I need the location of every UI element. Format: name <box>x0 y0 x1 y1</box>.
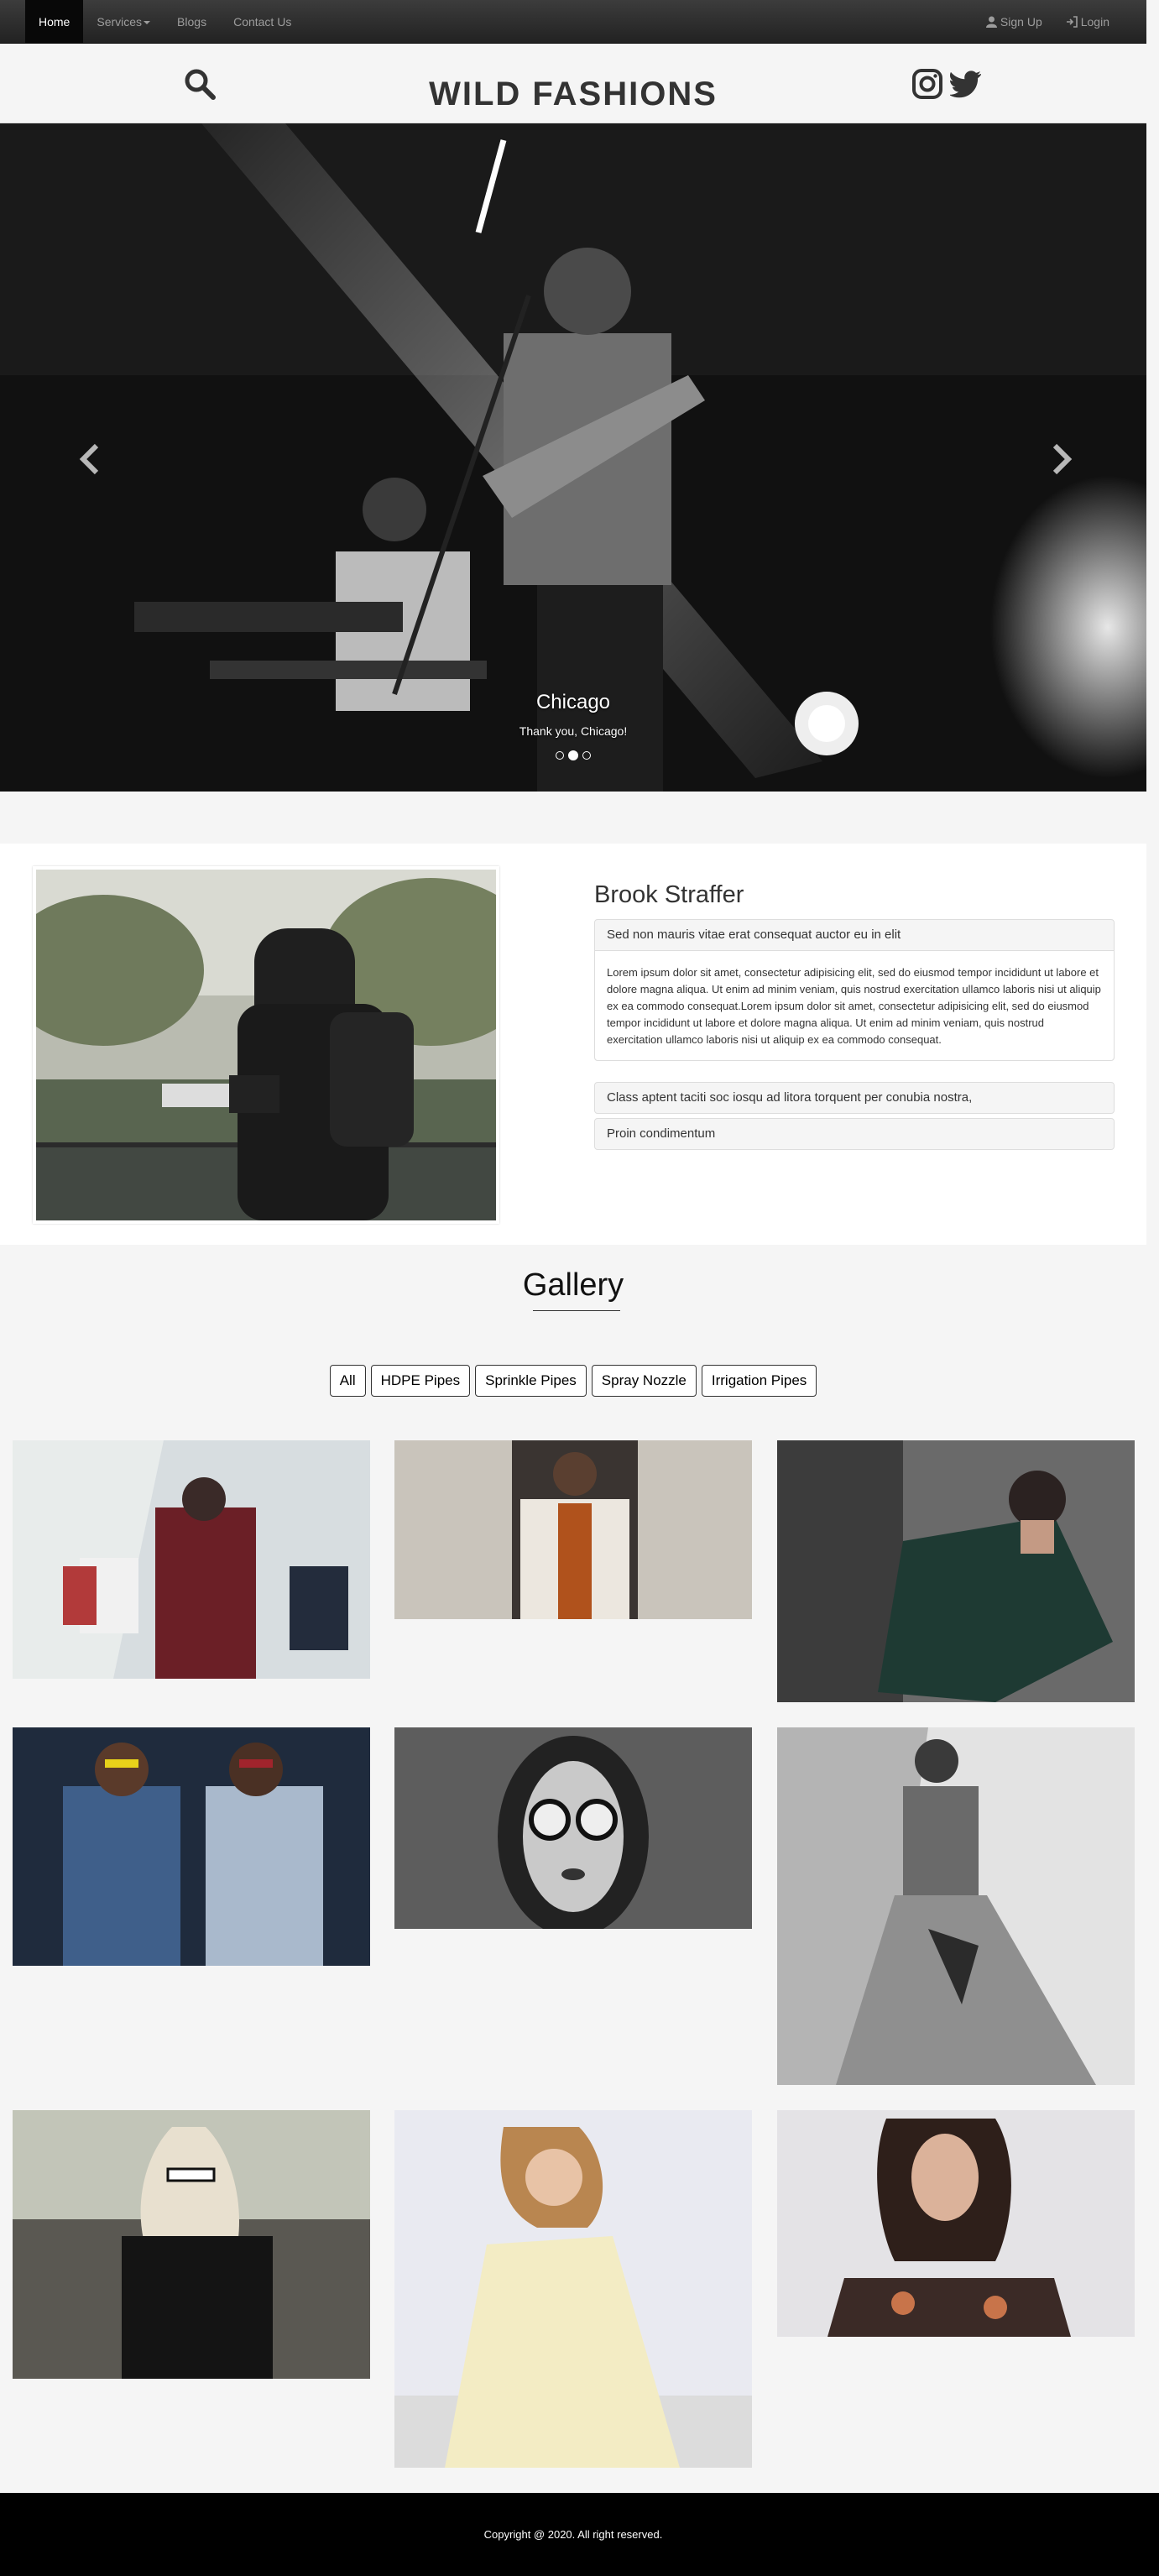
gallery-image-sunglasses-portrait[interactable] <box>394 1727 752 1929</box>
gallery-title: Gallery <box>522 1267 624 1303</box>
carousel-next-icon[interactable] <box>1048 442 1073 476</box>
about-section: Brook Straffer Sed non mauris vitae erat… <box>0 844 1146 1245</box>
hero-carousel[interactable]: Chicago Thank you, Chicago! <box>0 123 1146 792</box>
carousel-caption-text: Thank you, Chicago! <box>519 724 628 738</box>
carousel-caption-title: Chicago <box>535 691 611 713</box>
login-link[interactable]: Login <box>1054 0 1121 44</box>
nav-menu: Home Services Blogs Contact Us <box>25 0 305 44</box>
about-title: Brook Straffer <box>594 881 744 908</box>
signup-label: Sign Up <box>1000 15 1042 29</box>
gallery-image-green-dress[interactable] <box>777 1440 1135 1702</box>
accordion-panel-3: Proin condimentum <box>594 1118 1115 1150</box>
filter-spray-nozzle-button[interactable]: Spray Nozzle <box>591 1365 697 1397</box>
login-label: Login <box>1080 15 1109 29</box>
login-icon <box>1066 16 1078 28</box>
nav-auth: Sign Up Login <box>974 0 1121 44</box>
twitter-icon[interactable] <box>950 71 982 99</box>
nav-item-services-label: Services <box>97 15 143 29</box>
nav-item-home[interactable]: Home <box>25 0 84 44</box>
carousel-prev-icon[interactable] <box>78 442 103 476</box>
accordion-body-1: Lorem ipsum dolor sit amet, consectetur … <box>595 950 1114 1060</box>
filter-irrigation-pipes-button[interactable]: Irrigation Pipes <box>701 1365 817 1397</box>
accordion-heading-3[interactable]: Proin condimentum <box>595 1119 1114 1149</box>
site-header: WILD FASHIONS <box>0 44 1146 123</box>
carousel-indicators <box>0 750 1146 760</box>
instagram-icon[interactable] <box>912 69 942 99</box>
user-icon <box>985 16 997 28</box>
nav-item-services[interactable]: Services <box>83 0 164 44</box>
gallery-title-underline <box>533 1310 620 1311</box>
nav-item-blogs[interactable]: Blogs <box>164 0 220 44</box>
filter-sprinkle-pipes-button[interactable]: Sprinkle Pipes <box>475 1365 587 1397</box>
accordion-heading-2[interactable]: Class aptent taciti soc iosqu ad litora … <box>595 1083 1114 1113</box>
gallery-image-denim-duo[interactable] <box>13 1727 370 1966</box>
gallery-image-leather-jacket[interactable] <box>13 2110 370 2379</box>
signup-link[interactable]: Sign Up <box>974 0 1054 44</box>
copyright-text: Copyright @ 2020. All right reserved. <box>483 2528 663 2541</box>
photographer-image <box>3 866 540 1224</box>
carousel-dot[interactable] <box>556 751 564 760</box>
filter-hdpe-pipes-button[interactable]: HDPE Pipes <box>370 1365 471 1397</box>
gallery-image-shopping-woman[interactable] <box>13 1440 370 1679</box>
caret-down-icon <box>144 21 151 25</box>
top-navbar: Home Services Blogs Contact Us Sign Up L… <box>0 0 1146 44</box>
filter-all-button[interactable]: All <box>329 1365 366 1397</box>
gallery-image-runway-jacket[interactable] <box>394 1440 752 1619</box>
nav-item-contact[interactable]: Contact Us <box>220 0 305 44</box>
accordion-heading-1[interactable]: Sed non mauris vitae erat consequat auct… <box>595 920 1114 950</box>
site-footer: Copyright @ 2020. All right reserved. <box>0 2493 1159 2576</box>
accordion-panel-2: Class aptent taciti soc iosqu ad litora … <box>594 1082 1115 1114</box>
carousel-dot-active[interactable] <box>568 750 578 760</box>
gallery-image-patterned-blouse[interactable] <box>777 2110 1135 2337</box>
accordion-panel-1: Sed non mauris vitae erat consequat auct… <box>594 919 1115 1061</box>
gallery-filters: All HDPE Pipes Sprinkle Pipes Spray Nozz… <box>0 1365 1146 1397</box>
gallery-image-floral-dress[interactable] <box>394 2110 752 2468</box>
gallery-image-vintage-skirt[interactable] <box>777 1727 1135 2085</box>
carousel-dot[interactable] <box>582 751 591 760</box>
